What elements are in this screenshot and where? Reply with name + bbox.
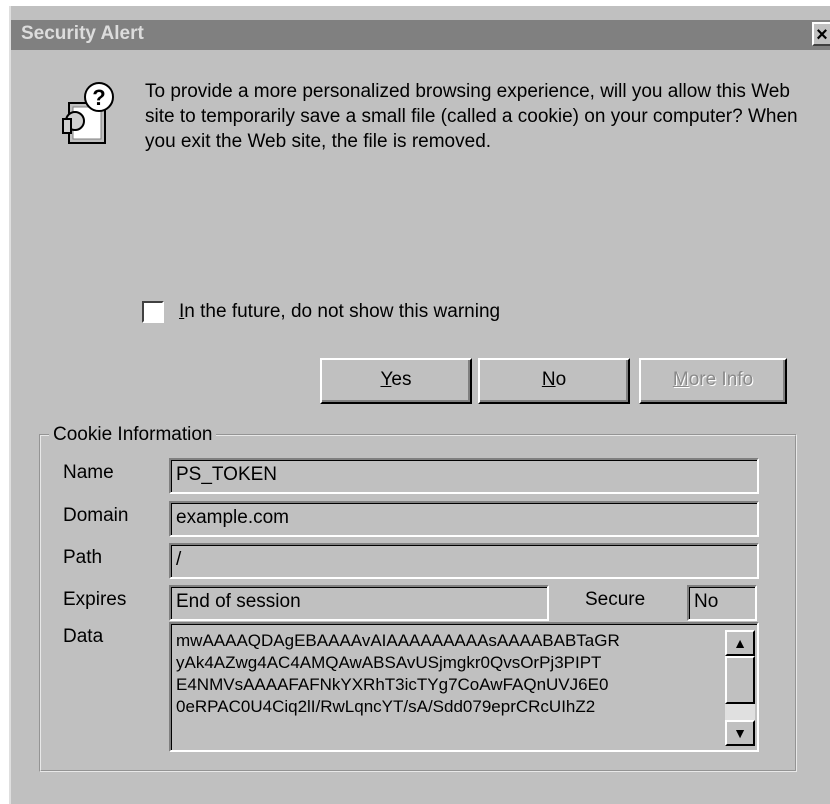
name-field[interactable]: PS_TOKEN (169, 458, 759, 494)
cookie-information-legend: Cookie Information (49, 424, 217, 446)
scroll-up-button[interactable]: ▲ (725, 630, 755, 656)
alert-message: To provide a more personalized browsing … (145, 81, 798, 152)
svg-text:?: ? (92, 85, 105, 110)
name-label: Name (63, 462, 114, 483)
expires-field[interactable]: End of session (169, 585, 549, 621)
yes-button[interactable]: Yes (320, 358, 472, 404)
arrow-down-icon: ▼ (733, 725, 747, 741)
data-label: Data (63, 626, 104, 647)
more-info-button: More Info (639, 358, 787, 404)
dialog-title: Security Alert (21, 23, 144, 44)
domain-label: Domain (63, 505, 129, 526)
dont-show-warning-label[interactable]: In the future, do not show this warning (179, 301, 500, 323)
security-alert-dialog: Security Alert × ? To provide a more per… (9, 6, 830, 804)
no-button[interactable]: No (478, 358, 630, 404)
expires-label: Expires (63, 589, 127, 610)
data-line: mwAAAAQDAgEBAAAAvAIAAAAAAAAAsAAAABABTaGR (176, 631, 620, 650)
dont-show-warning-checkbox[interactable] (142, 301, 164, 323)
data-scrollbar[interactable]: ▲ ▼ (725, 630, 755, 746)
path-field[interactable]: / (169, 543, 759, 579)
domain-field[interactable]: example.com (169, 501, 759, 537)
checkbox-label-rest: n the future, do not show this warning (184, 301, 501, 322)
secure-label: Secure (585, 589, 646, 610)
cookie-data-textarea[interactable]: mwAAAAQDAgEBAAAAvAIAAAAAAAAAsAAAABABTaGR… (169, 622, 759, 752)
cookie-data-text: mwAAAAQDAgEBAAAAvAIAAAAAAAAAsAAAABABTaGR… (176, 630, 724, 718)
data-line: E4NMVsAAAAFAFNkYXRhT3icTYg7CoAwFAQnUVJ6E… (176, 675, 609, 694)
data-line: yAk4AZwg4AC4AMQAwABSAvUSjmgkr0QvsOrPj3PI… (176, 653, 602, 672)
scroll-down-button[interactable]: ▼ (725, 720, 755, 746)
close-button[interactable]: × (812, 22, 830, 46)
scroll-thumb[interactable] (725, 656, 755, 704)
path-label: Path (63, 547, 103, 568)
data-line: 0eRPAC0U4Ciq2lI/RwLqncYT/sA/Sdd079eprCRc… (176, 697, 596, 716)
close-icon: × (816, 24, 828, 46)
secure-field[interactable]: No (687, 585, 757, 621)
security-question-icon: ? (62, 82, 114, 144)
title-bar[interactable]: Security Alert × (11, 20, 830, 50)
arrow-up-icon: ▲ (733, 635, 747, 651)
